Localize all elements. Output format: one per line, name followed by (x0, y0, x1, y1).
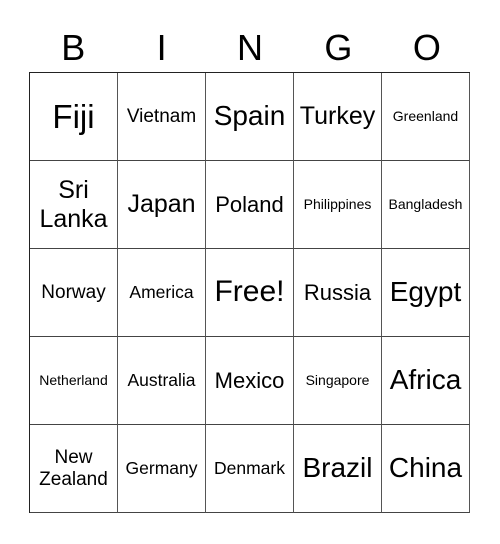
bingo-cell: Poland (206, 161, 294, 249)
bingo-cell: America (118, 249, 206, 337)
bingo-cell: Singapore (294, 337, 382, 425)
bingo-cell: Vietnam (118, 73, 206, 161)
bingo-cell: New Zealand (30, 425, 118, 513)
bingo-cell: Mexico (206, 337, 294, 425)
bingo-cell-free: Free! (206, 249, 294, 337)
bingo-cell: Greenland (382, 73, 470, 161)
bingo-cell: Turkey (294, 73, 382, 161)
bingo-cell: Norway (30, 249, 118, 337)
bingo-cell: Egypt (382, 249, 470, 337)
bingo-cell: Denmark (206, 425, 294, 513)
bingo-cell: Bangladesh (382, 161, 470, 249)
bingo-cell: Fiji (30, 73, 118, 161)
bingo-cell: Africa (382, 337, 470, 425)
bingo-cell: China (382, 425, 470, 513)
bingo-cell: Japan (118, 161, 206, 249)
bingo-cell: Germany (118, 425, 206, 513)
bingo-cell: Netherland (30, 337, 118, 425)
bingo-header: B I N G O (29, 26, 471, 70)
header-letter-n: N (237, 27, 264, 68)
header-letter-o: O (412, 27, 441, 68)
header-letter-b: B (61, 27, 86, 68)
bingo-cell: Brazil (294, 425, 382, 513)
bingo-cell: Sri Lanka (30, 161, 118, 249)
bingo-cell: Philippines (294, 161, 382, 249)
bingo-grid: Fiji Vietnam Spain Turkey Greenland Sri … (29, 72, 470, 513)
bingo-cell: Russia (294, 249, 382, 337)
bingo-cell: Spain (206, 73, 294, 161)
header-letter-i: I (156, 27, 167, 68)
header-letter-g: G (324, 27, 353, 68)
bingo-cell: Australia (118, 337, 206, 425)
